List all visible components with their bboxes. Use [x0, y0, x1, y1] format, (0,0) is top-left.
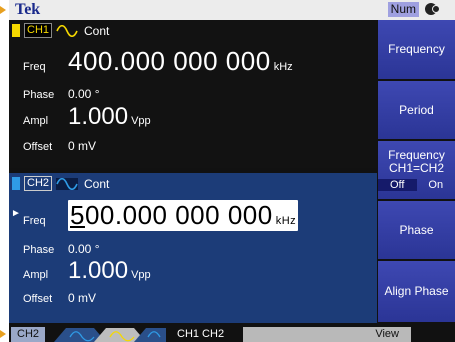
ch2-offset-row[interactable]: Offset 0 mV	[23, 291, 96, 305]
ch1-ampl-unit: Vpp	[131, 115, 151, 127]
softkey-phase-label: Phase	[399, 222, 434, 237]
ch1-ampl-value[interactable]: 1.000	[68, 103, 128, 131]
selection-arrow-icon: ►	[11, 208, 21, 219]
ch1-panel[interactable]: CH1 Cont Freq 400.000 000 000 kHz Phase …	[9, 20, 377, 168]
waveform-tabs-icon[interactable]	[54, 328, 166, 342]
ch2-freq-cursor-digit: 5	[70, 200, 85, 230]
ch1-freq-label: Freq	[23, 61, 46, 73]
ch2-phase-value[interactable]: 0.00 °	[68, 242, 100, 256]
tab-ch1-ch2-label: CH1 CH2	[177, 328, 225, 340]
lock-icon	[425, 3, 440, 15]
softkey-period-label: Period	[399, 102, 434, 117]
softkey-frequency[interactable]: Frequency	[378, 20, 455, 79]
tab-ch2-label: CH2	[17, 328, 40, 340]
ch1-phase-label: Phase	[23, 89, 55, 101]
ch1-freq-row[interactable]: Freq 400.000 000 000 kHz	[23, 46, 293, 77]
sine-wave-icon	[56, 24, 78, 37]
softkey-freq-link-sub: CH1=CH2	[388, 161, 445, 175]
ch2-offset-label: Offset	[23, 293, 53, 305]
ch1-offset-row[interactable]: Offset 0 mV	[23, 139, 96, 153]
ch2-tag: CH2	[24, 176, 53, 191]
ch2-header: CH2 Cont	[12, 176, 109, 191]
ch2-ampl-unit: Vpp	[131, 269, 151, 281]
ch1-ampl-row[interactable]: Ampl 1.000 Vpp	[23, 103, 151, 131]
softkey-menu: Frequency Period Frequency CH1=CH2 Off O…	[378, 20, 455, 322]
instrument-screen: Tek Num CH1 Cont Freq 400.000 000 000 kH…	[9, 0, 455, 342]
ch1-header: CH1 Cont	[12, 23, 109, 38]
tab-ch2[interactable]: CH2	[11, 327, 46, 342]
ch2-run-mode: Cont	[84, 176, 110, 191]
ch2-freq-input[interactable]: 500.000 000 000 kHz	[68, 200, 299, 231]
ch1-color-marker	[12, 24, 20, 37]
ch2-offset-value[interactable]: 0 mV	[68, 291, 96, 305]
corner-marker-icon	[0, 330, 6, 338]
softkey-period[interactable]: Period	[378, 81, 455, 139]
ch1-offset-value[interactable]: 0 mV	[68, 139, 96, 153]
tab-ch1-ch2[interactable]: CH1 CH2	[171, 327, 231, 342]
ch2-phase-row[interactable]: Phase 0.00 °	[23, 242, 100, 256]
toggle-on-option[interactable]: On	[417, 179, 455, 191]
ch2-color-marker	[12, 177, 20, 190]
ch1-phase-value[interactable]: 0.00 °	[68, 87, 100, 101]
softkey-align-phase-label: Align Phase	[384, 284, 449, 298]
softkey-frequency-label: Frequency	[388, 42, 445, 56]
softkey-phase[interactable]: Phase	[378, 201, 455, 259]
freq-link-toggle[interactable]: Off On	[378, 179, 455, 191]
ch2-freq-unit: kHz	[275, 215, 297, 227]
ch2-ampl-value[interactable]: 1.000	[68, 257, 128, 285]
ch1-ampl-label: Ampl	[23, 115, 49, 127]
ch2-ampl-label: Ampl	[23, 269, 49, 281]
softkey-align-phase[interactable]: Align Phase	[378, 261, 455, 322]
ch1-tag: CH1	[24, 23, 53, 38]
corner-marker-icon	[0, 6, 6, 14]
ch2-freq-label: Freq	[23, 215, 46, 227]
ch1-offset-label: Offset	[23, 141, 53, 153]
ch1-phase-row[interactable]: Phase 0.00 °	[23, 87, 100, 101]
toggle-off-option[interactable]: Off	[378, 179, 417, 191]
bottom-tab-bar: CH2 CH1 CH2 View	[9, 323, 455, 342]
top-status-bar: Tek Num	[9, 0, 455, 20]
ch1-run-mode: Cont	[84, 23, 110, 38]
softkey-frequency-link[interactable]: Frequency CH1=CH2 Off On	[378, 141, 455, 199]
ch2-phase-label: Phase	[23, 244, 55, 256]
tab-view[interactable]: View	[243, 327, 411, 342]
ch2-freq-row[interactable]: Freq 500.000 000 000 kHz	[23, 200, 299, 231]
ch1-freq-unit: kHz	[273, 61, 293, 73]
ch2-panel[interactable]: CH2 Cont ► Freq 500.000 000 000 kHz Phase…	[9, 173, 377, 323]
sine-wave-icon	[56, 177, 79, 190]
ch1-freq-value[interactable]: 400.000 000 000	[68, 46, 271, 77]
ch2-ampl-row[interactable]: Ampl 1.000 Vpp	[23, 257, 151, 285]
brand-logo: Tek	[15, 1, 41, 18]
tab-view-label: View	[375, 328, 399, 340]
num-indicator: Num	[387, 2, 419, 17]
ch2-freq-value-rest: 00.000 000 000	[84, 200, 273, 230]
